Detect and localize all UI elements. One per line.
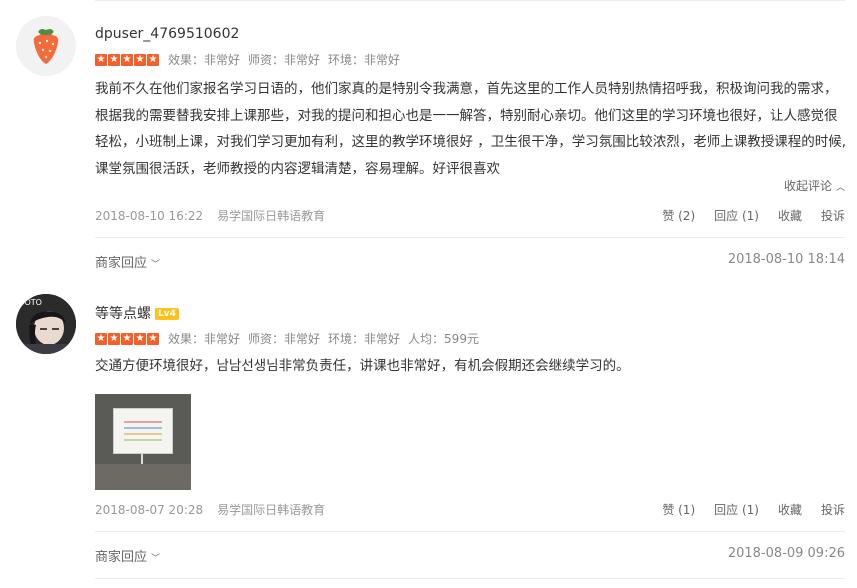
username[interactable]: 等等点螺 Lv4 [95,303,179,323]
bottom-divider [95,578,845,579]
collapse-review-button[interactable]: 收起评论 ︿ [784,177,845,194]
merchant-reply-label: 商家回应 [95,256,148,271]
like-button[interactable]: 赞 (1) [662,501,695,518]
collapse-label: 收起评论 [783,179,832,193]
chevron-down-icon: ﹀ [151,260,161,270]
review-card: dpuser_4769510602 效果：非常好 师资：非常好 环境：非常好 我… [0,0,857,282]
like-button[interactable]: 赞 (2) [662,207,695,224]
rating-row: 效果：非常好 师资：非常好 环境：非常好 人均：599元 [95,330,487,347]
report-button[interactable]: 投诉 [821,501,845,518]
review-photo[interactable] [95,394,191,490]
review-meta: 2018-08-10 16:22 易学国际日韩语教育 [95,207,325,224]
merchant-reply-toggle[interactable]: 商家回应 ﹀ [95,252,160,271]
user-photo-avatar: YOTO [16,294,76,354]
star-icon [95,53,107,66]
strawberry-icon [16,16,76,76]
classroom-photo [113,408,173,454]
review-card: YOTO 等等点螺 Lv4 效果：非常好 师资：非常好 环境：非常好 人均：599… [0,286,857,588]
score-teachers: 师资：非常好 [248,53,321,67]
score-avg-price: 人均：599元 [408,332,479,346]
star-icon [108,332,120,345]
score-effect: 效果：非常好 [168,332,241,346]
report-button[interactable]: 投诉 [821,207,845,224]
star-rating [95,332,159,345]
review-actions: 赞 (2) 回应 (1) 收藏 投诉 [643,207,845,224]
star-rating [95,53,159,66]
review-date: 2018-08-10 16:22 [95,209,204,223]
level-badge: Lv4 [155,308,179,320]
shop-name[interactable]: 易学国际日韩语教育 [217,209,325,223]
star-icon [134,53,146,66]
favorite-button[interactable]: 收藏 [778,207,802,224]
divider [95,531,845,532]
username[interactable]: dpuser_4769510602 [95,26,239,42]
reply-button[interactable]: 回应 (1) [714,207,759,224]
review-meta: 2018-08-07 20:28 易学国际日韩语教育 [95,501,325,518]
rating-row: 效果：非常好 师资：非常好 环境：非常好 [95,51,408,68]
svg-text:YOTO: YOTO [19,298,42,307]
merchant-reply-date: 2018-08-10 18:14 [727,252,845,267]
star-icon [134,332,146,345]
star-icon [147,53,159,66]
star-icon [95,332,107,345]
divider [95,237,845,238]
score-teachers: 师资：非常好 [248,332,321,346]
review-date: 2018-08-07 20:28 [95,503,204,517]
shop-name[interactable]: 易学国际日韩语教育 [217,503,325,517]
username-text: 等等点螺 [95,306,151,322]
star-icon [147,332,159,345]
reply-button[interactable]: 回应 (1) [714,501,759,518]
score-effect: 效果：非常好 [168,53,241,67]
star-icon [108,53,120,66]
chevron-down-icon: ﹀ [151,554,161,564]
review-actions: 赞 (1) 回应 (1) 收藏 投诉 [643,501,845,518]
merchant-reply-toggle[interactable]: 商家回应 ﹀ [95,546,160,565]
star-icon [121,332,133,345]
chevron-up-icon: ︿ [835,183,845,193]
score-environment: 环境：非常好 [328,53,401,67]
avatar[interactable] [16,16,76,76]
favorite-button[interactable]: 收藏 [778,501,802,518]
avatar[interactable]: YOTO [16,294,76,354]
photo-detail [95,464,191,490]
review-content: 我前不久在他们家报名学习日语的，他们家真的是特别令我满意，首先这里的工作人员特别… [95,81,847,177]
score-environment: 环境：非常好 [328,332,401,346]
merchant-reply-date: 2018-08-09 09:26 [727,546,845,561]
merchant-reply-label: 商家回应 [95,550,148,565]
star-icon [121,53,133,66]
review-content: 交通方便环境很好，남남선생님非常负责任，讲课也非常好，有机会假期还会继续学习的。 [95,358,630,374]
